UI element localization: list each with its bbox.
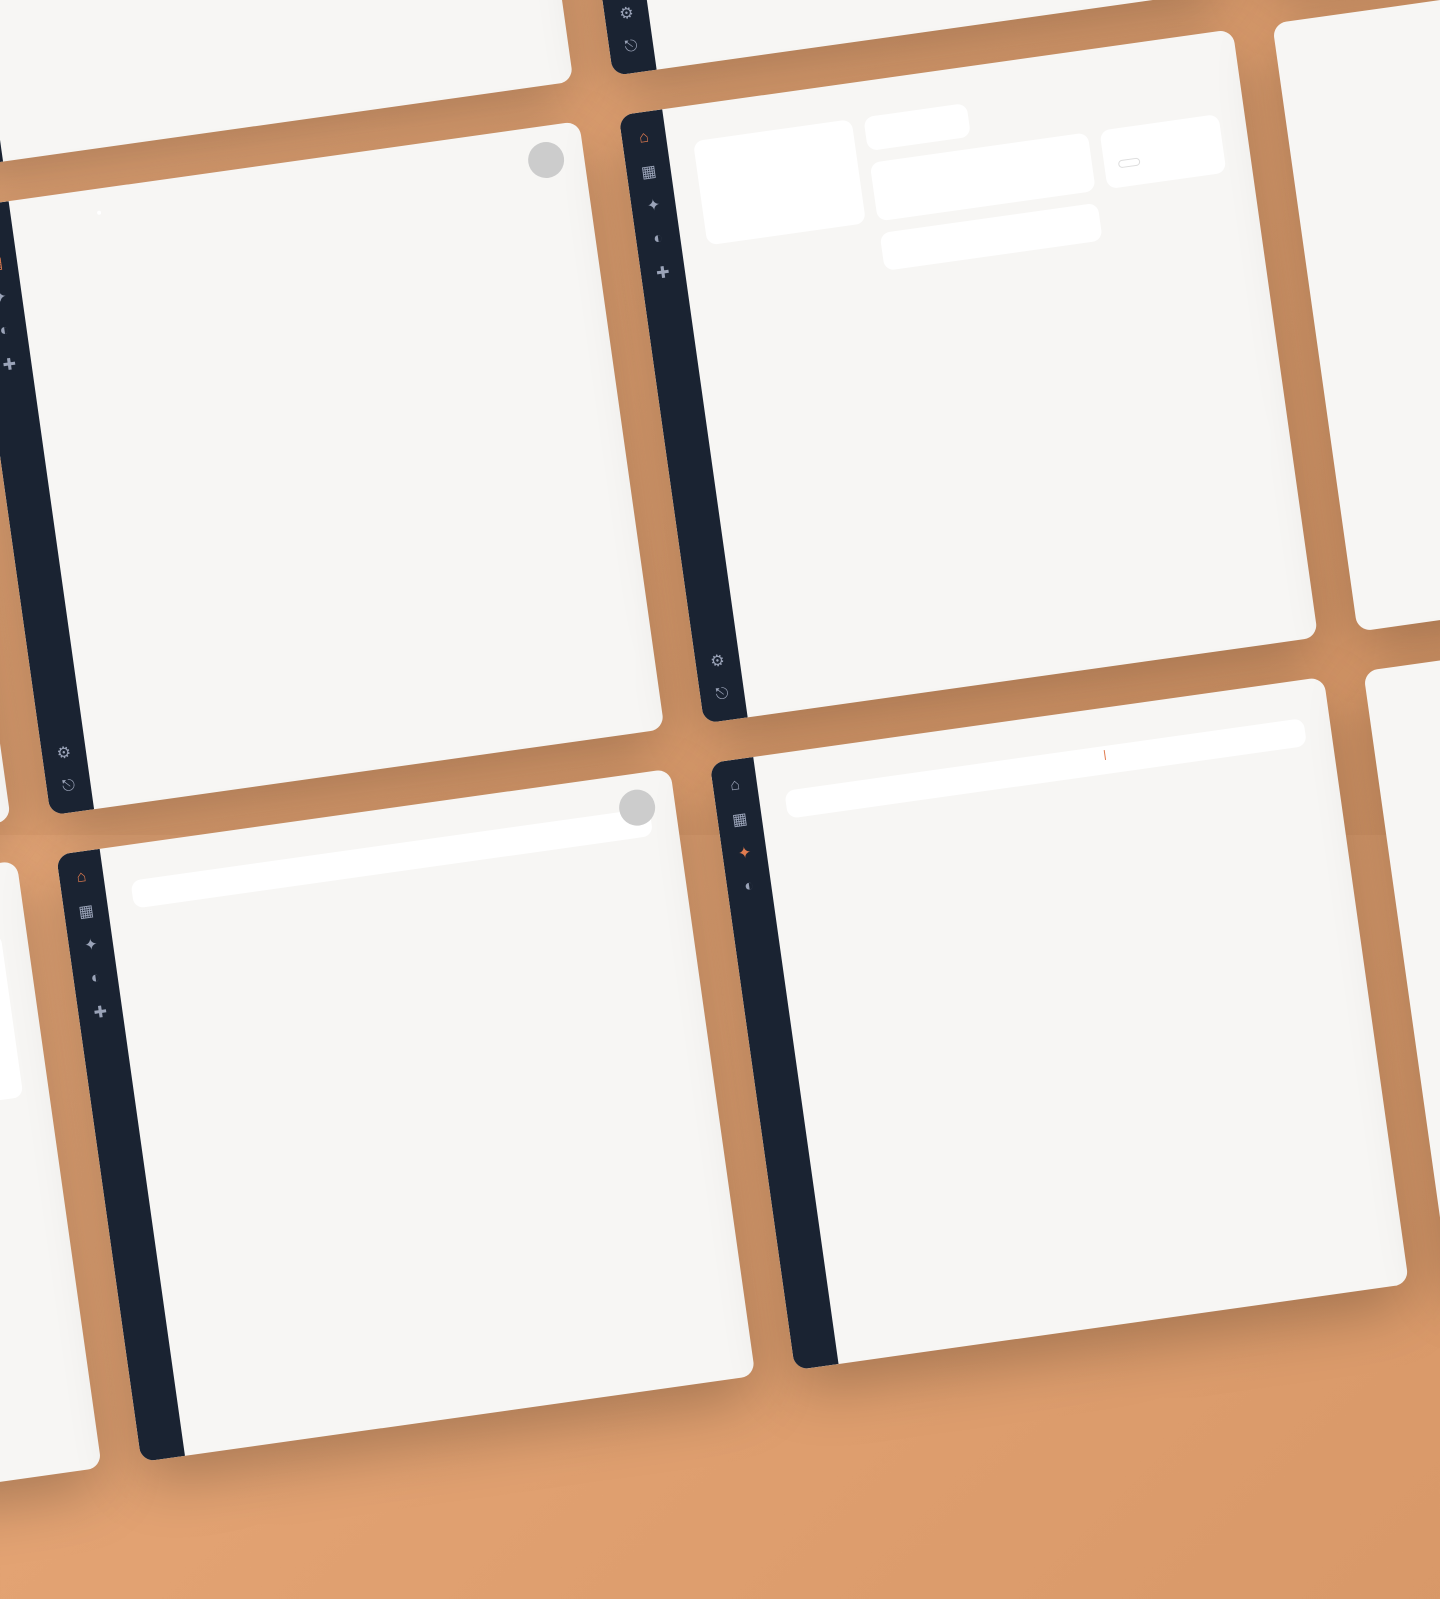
home-icon[interactable]: ⌂ — [635, 129, 653, 147]
calendar-icon[interactable]: ▦ — [0, 255, 4, 273]
projects-icon[interactable]: ✦ — [645, 197, 663, 215]
add-more-button[interactable] — [1118, 158, 1141, 169]
settings-icon[interactable]: ⚙ — [55, 743, 73, 761]
welcome-panel: ⌂ ▦ ✦ ◐ ✚ ⚙ ⎋ — [619, 30, 1318, 724]
calendar-icon[interactable]: ▦ — [731, 810, 749, 828]
priority-field[interactable] — [0, 1065, 8, 1154]
team-icon[interactable]: ◐ — [87, 969, 105, 987]
team-directory-card — [693, 119, 866, 245]
add-icon[interactable]: ✚ — [654, 264, 672, 282]
home-icon[interactable]: ⌂ — [726, 776, 744, 794]
project-directory-card — [1099, 114, 1226, 189]
settings-icon[interactable]: ⚙ — [618, 5, 636, 23]
projects-icon[interactable]: ✦ — [0, 289, 9, 307]
logout-icon[interactable]: ⎋ — [713, 685, 731, 703]
calendar-icon[interactable]: ▦ — [640, 163, 658, 181]
team-icon[interactable]: ◐ — [649, 230, 667, 248]
today-line — [1103, 750, 1105, 760]
my-tasks-panel: ⌂ ▦ ✦ ◐ ✚ — [56, 768, 755, 1462]
projects-icon[interactable]: ✦ — [82, 936, 100, 954]
gantt-panel: ⌂ ▦ ✦ ◐ — [710, 676, 1409, 1370]
settings-icon[interactable]: ⚙ — [708, 652, 726, 670]
user-avatar[interactable] — [526, 140, 567, 181]
team-icon[interactable]: ◐ — [740, 877, 758, 895]
due-date-field[interactable]: ▦ — [0, 1038, 5, 1134]
mini-calendar[interactable] — [863, 103, 971, 151]
add-icon[interactable]: ✚ — [91, 1003, 109, 1021]
add-icon[interactable]: ✚ — [0, 356, 18, 374]
calendar-icon[interactable]: ▦ — [77, 902, 95, 920]
home-icon[interactable]: ⌂ — [72, 868, 90, 886]
logout-icon[interactable]: ⎋ — [60, 777, 78, 795]
calendar-panel: ⌂ ▦ ✦ ◐ ✚ ⚙ ⎋ — [0, 121, 664, 815]
team-icon[interactable]: ◐ — [0, 322, 14, 340]
task-name-header — [800, 786, 919, 803]
projects-icon[interactable]: ✦ — [735, 844, 753, 862]
logout-icon[interactable]: ⎋ — [622, 38, 640, 56]
view-toggle[interactable] — [97, 211, 102, 216]
